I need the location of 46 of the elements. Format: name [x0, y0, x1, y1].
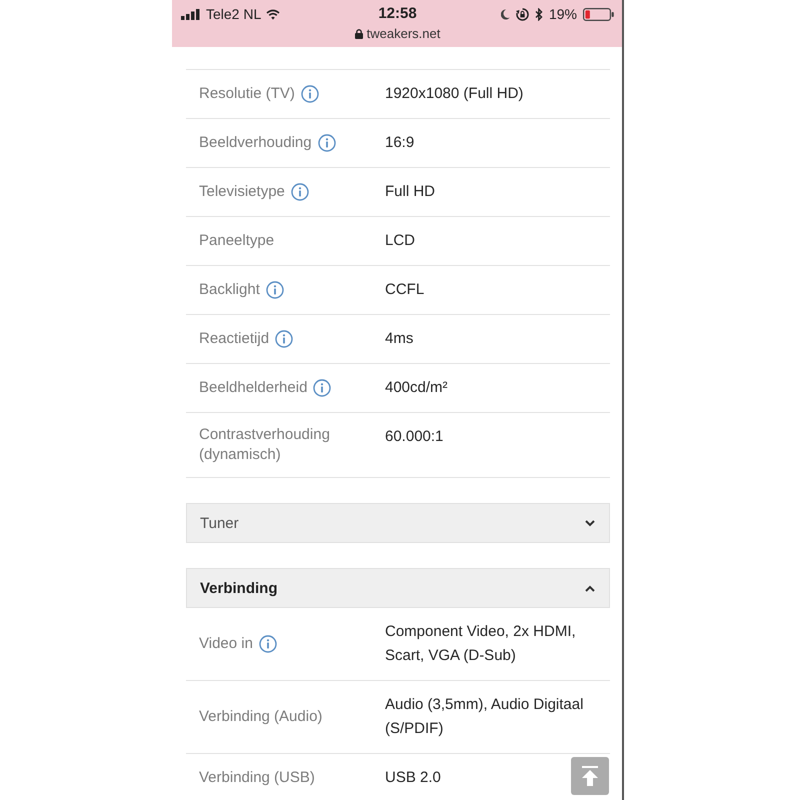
scroll-to-top-button[interactable]	[571, 757, 609, 795]
arrow-up-icon	[581, 766, 599, 786]
spec-value: Component Video, 2x HDMI, Scart, VGA (D-Sub)	[385, 622, 577, 666]
status-time: 12:58	[378, 5, 417, 23]
page-url[interactable]: tweakers.net	[366, 25, 440, 42]
info-icon[interactable]	[313, 379, 332, 397]
spec-label: Video in	[199, 634, 253, 654]
spec-label: Contrastverhouding (dynamisch)	[199, 425, 331, 465]
lock-icon	[354, 28, 363, 38]
spec-value: LCD	[385, 231, 416, 251]
info-icon[interactable]	[318, 134, 336, 152]
spec-value: 1920x1080 (Full HD)	[385, 84, 524, 104]
spec-label: Paneeltype	[199, 231, 274, 251]
moon-icon	[500, 8, 510, 20]
battery-icon	[583, 8, 614, 20]
chevron-up-icon	[585, 584, 595, 592]
spec-label: Televisietype	[199, 182, 285, 202]
battery-percentage: 19%	[548, 5, 577, 23]
info-icon[interactable]	[258, 635, 277, 653]
signal-bars-icon	[181, 8, 201, 20]
wifi-icon	[266, 8, 280, 20]
spec-label: Beeldhelderheid	[199, 378, 308, 398]
carrier-name: Tele2 NL	[206, 5, 262, 23]
orientation-lock-icon	[516, 8, 529, 20]
spec-label: Backlight	[199, 280, 260, 300]
spec-value: USB 2.0	[385, 768, 441, 788]
spec-label: Resolutie (TV)	[199, 84, 295, 104]
spec-value: 4ms	[385, 329, 414, 349]
spec-label: Verbinding (Audio)	[199, 707, 322, 727]
spec-value: Full HD	[385, 182, 436, 202]
spec-label: Beeldverhouding	[199, 133, 312, 153]
chevron-down-icon	[585, 520, 595, 526]
spec-label: Reactietijd	[199, 329, 270, 349]
info-icon[interactable]	[266, 281, 284, 299]
spec-value: 16:9	[385, 133, 414, 153]
bluetooth-icon	[534, 8, 543, 20]
info-icon[interactable]	[300, 85, 319, 103]
spec-label: Verbinding (USB)	[199, 768, 315, 788]
spec-value: CCFL	[385, 280, 424, 300]
info-icon[interactable]	[275, 330, 294, 348]
section-toggle[interactable]: Verbinding	[186, 568, 610, 608]
section-toggle[interactable]: Tuner	[186, 503, 610, 543]
spec-value: 60.000:1	[385, 427, 444, 447]
spec-value: 400cd/m²	[385, 378, 448, 398]
info-icon[interactable]	[290, 183, 309, 201]
spec-value: Audio (3,5mm), Audio Digitaal (S/PDIF)	[385, 695, 584, 739]
